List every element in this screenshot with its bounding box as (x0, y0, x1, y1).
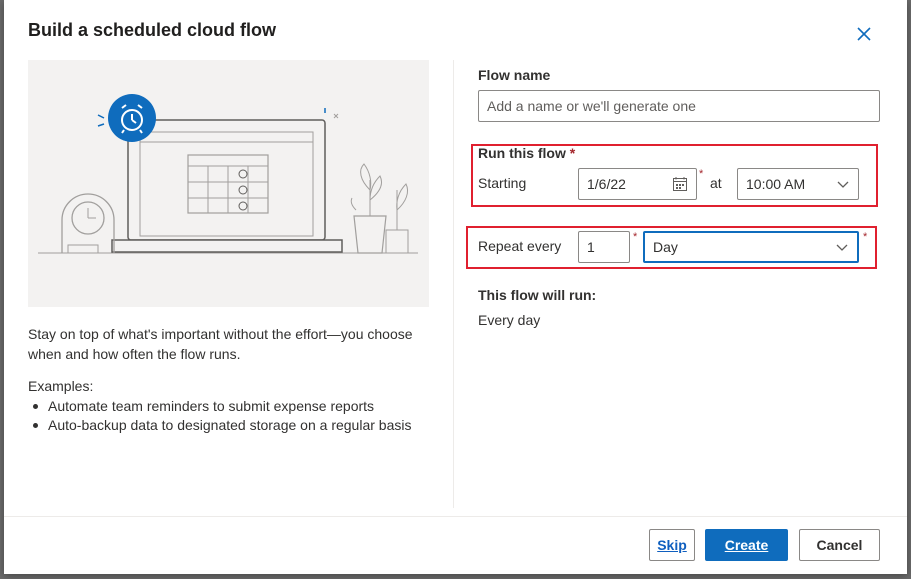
start-time-dropdown[interactable]: 10:00 AM (737, 168, 859, 200)
flow-name-input[interactable]: Add a name or we'll generate one (478, 90, 880, 122)
list-item: Automate team reminders to submit expens… (28, 397, 411, 416)
flow-name-label: Flow name (478, 67, 551, 83)
starting-label: Starting (478, 175, 527, 191)
chevron-down-icon (836, 244, 848, 251)
repeat-interval-input[interactable]: 1 (578, 231, 630, 263)
alarm-clock-icon (97, 94, 156, 142)
summary-value: Every day (478, 312, 541, 328)
chevron-down-icon (837, 181, 849, 188)
examples-list: Automate team reminders to submit expens… (28, 397, 411, 435)
plant-icon (350, 163, 409, 254)
create-button[interactable]: Create (705, 529, 788, 561)
skip-button[interactable]: Skip (649, 529, 695, 561)
at-label: at (710, 175, 722, 191)
examples-label: Examples: (28, 378, 94, 394)
desk-clock-icon (61, 193, 115, 254)
calendar-icon (673, 177, 687, 191)
build-scheduled-flow-dialog: Build a scheduled cloud flow Stay on top… (4, 0, 907, 574)
repeat-unit-dropdown[interactable]: Day (643, 231, 859, 263)
dialog-title: Build a scheduled cloud flow (28, 20, 277, 40)
flow-description: Stay on top of what's important without … (28, 326, 413, 362)
run-this-flow-text: Run this flow (478, 145, 566, 161)
required-mark: * (863, 231, 868, 243)
start-date-value: 1/6/22 (587, 176, 626, 192)
start-date-picker[interactable]: 1/6/22 (578, 168, 697, 200)
required-mark: * (569, 145, 576, 161)
summary-label: This flow will run: (478, 287, 597, 303)
cancel-button[interactable]: Cancel (799, 529, 880, 561)
repeat-every-label: Repeat every (478, 238, 562, 254)
run-this-flow-label: Run this flow * (478, 145, 575, 161)
list-item: Auto-backup data to designated storage o… (28, 416, 411, 435)
scheduled-flow-illustration (28, 60, 429, 307)
close-icon[interactable] (855, 25, 873, 43)
column-divider (453, 60, 454, 508)
footer-divider (4, 516, 907, 517)
required-mark: * (633, 231, 638, 243)
required-mark: * (699, 168, 704, 180)
start-time-value: 10:00 AM (746, 176, 806, 192)
repeat-unit-value: Day (653, 239, 678, 255)
